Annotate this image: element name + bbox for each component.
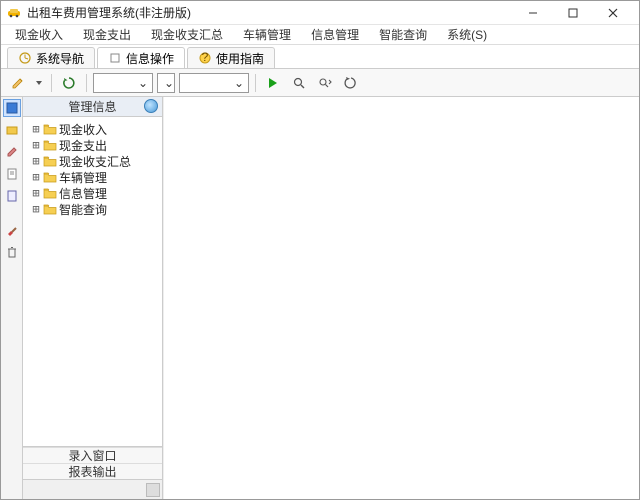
tab-label: 信息操作 <box>126 50 174 67</box>
scroll-up-button[interactable] <box>146 483 160 497</box>
toolbar-separator <box>255 74 256 92</box>
toolbar: ⌄ ⌄ ⌄ <box>1 69 639 97</box>
stack-item[interactable]: 录入窗口 <box>23 447 162 463</box>
folder-icon <box>43 139 57 151</box>
menu-item[interactable]: 现金收支汇总 <box>141 24 233 45</box>
tree-panel: 管理信息 ⊞ 现金收入 ⊞ 现金支出 ⊞ 现金收支汇总 ⊞ 车辆管理 ⊞ 信息管理 ⊞ 智能查询 录入… <box>23 97 163 499</box>
maximize-button[interactable] <box>553 1 593 25</box>
chevron-down-icon: ⌄ <box>162 76 176 90</box>
find-button[interactable] <box>288 72 310 94</box>
folder-icon <box>43 203 57 215</box>
tab-label: 系统导航 <box>36 50 84 67</box>
edit-dropdown[interactable] <box>33 72 45 94</box>
expand-icon[interactable]: ⊞ <box>31 138 41 152</box>
tab-icon <box>18 51 32 65</box>
expand-icon[interactable]: ⊞ <box>31 154 41 168</box>
tree-item[interactable]: ⊞ 车辆管理 <box>25 169 160 185</box>
sidebar-view-manage[interactable] <box>3 99 21 117</box>
find-next-button[interactable] <box>314 72 336 94</box>
chevron-down-icon: ⌄ <box>136 76 150 90</box>
sidebar-tool-delete[interactable] <box>3 243 21 261</box>
body-area: 管理信息 ⊞ 现金收入 ⊞ 现金支出 ⊞ 现金收支汇总 ⊞ 车辆管理 ⊞ 信息管理 ⊞ 智能查询 录入… <box>1 97 639 499</box>
close-button[interactable] <box>593 1 633 25</box>
folder-icon <box>43 123 57 135</box>
tree-header-label: 管理信息 <box>68 98 116 115</box>
toolbar-separator <box>86 74 87 92</box>
tree-item-label: 信息管理 <box>59 185 107 202</box>
menubar: 现金收入现金支出现金收支汇总车辆管理信息管理智能查询系统(S) <box>1 25 639 45</box>
expand-icon[interactable]: ⊞ <box>31 122 41 136</box>
tree-header: 管理信息 <box>23 97 162 117</box>
menu-item[interactable]: 现金收入 <box>5 24 73 45</box>
tab-label: 使用指南 <box>216 50 264 67</box>
sidebar-view-folder[interactable] <box>3 121 21 139</box>
content-area <box>163 97 639 499</box>
menu-item[interactable]: 系统(S) <box>437 24 497 45</box>
filter-combo-1[interactable]: ⌄ <box>93 73 153 93</box>
folder-icon <box>43 171 57 183</box>
filter-combo-2[interactable]: ⌄ <box>157 73 175 93</box>
expand-icon[interactable]: ⊞ <box>31 202 41 216</box>
stack-item[interactable]: 报表输出 <box>23 463 162 479</box>
chevron-down-icon: ⌄ <box>232 76 246 90</box>
toolbar-separator <box>51 74 52 92</box>
app-icon <box>7 6 21 20</box>
tab[interactable]: 系统导航 <box>7 47 95 68</box>
tree-header-orb-icon[interactable] <box>144 99 158 113</box>
tree: ⊞ 现金收入 ⊞ 现金支出 ⊞ 现金收支汇总 ⊞ 车辆管理 ⊞ 信息管理 ⊞ 智能查询 <box>23 117 162 446</box>
expand-icon[interactable]: ⊞ <box>31 186 41 200</box>
menu-item[interactable]: 智能查询 <box>369 24 437 45</box>
sidebar-view-doc[interactable] <box>3 165 21 183</box>
bottom-stack: 录入窗口报表输出 <box>23 446 162 479</box>
sidebar-view-report[interactable] <box>3 187 21 205</box>
scroll-stub <box>23 479 162 499</box>
reset-filter-button[interactable] <box>340 72 362 94</box>
folder-icon <box>43 187 57 199</box>
sidebar-icon-strip <box>1 97 23 499</box>
tree-item-label: 现金支出 <box>59 137 107 154</box>
tab-row: 系统导航 信息操作? 使用指南 <box>1 45 639 69</box>
tree-item[interactable]: ⊞ 智能查询 <box>25 201 160 217</box>
tree-item-label: 车辆管理 <box>59 169 107 186</box>
folder-icon <box>43 155 57 167</box>
tree-item[interactable]: ⊞ 信息管理 <box>25 185 160 201</box>
tree-item-label: 现金收入 <box>59 121 107 138</box>
tree-item-label: 智能查询 <box>59 201 107 218</box>
minimize-button[interactable] <box>513 1 553 25</box>
tab-icon <box>108 51 122 65</box>
refresh-button[interactable] <box>58 72 80 94</box>
tree-item[interactable]: ⊞ 现金收入 <box>25 121 160 137</box>
sidebar-view-edit[interactable] <box>3 143 21 161</box>
svg-text:?: ? <box>202 52 209 64</box>
tree-item[interactable]: ⊞ 现金收支汇总 <box>25 153 160 169</box>
tree-item[interactable]: ⊞ 现金支出 <box>25 137 160 153</box>
window-title: 出租车费用管理系统(非注册版) <box>27 4 513 21</box>
menu-item[interactable]: 车辆管理 <box>233 24 301 45</box>
menu-item[interactable]: 现金支出 <box>73 24 141 45</box>
menu-item[interactable]: 信息管理 <box>301 24 369 45</box>
titlebar: 出租车费用管理系统(非注册版) <box>1 1 639 25</box>
tab-icon: ? <box>198 51 212 65</box>
tree-item-label: 现金收支汇总 <box>59 153 131 170</box>
filter-combo-3[interactable]: ⌄ <box>179 73 249 93</box>
sidebar-tool-brush[interactable] <box>3 221 21 239</box>
run-button[interactable] <box>262 72 284 94</box>
expand-icon[interactable]: ⊞ <box>31 170 41 184</box>
edit-button[interactable] <box>7 72 29 94</box>
tab[interactable]: 信息操作 <box>97 47 185 68</box>
tab[interactable]: ? 使用指南 <box>187 47 275 68</box>
